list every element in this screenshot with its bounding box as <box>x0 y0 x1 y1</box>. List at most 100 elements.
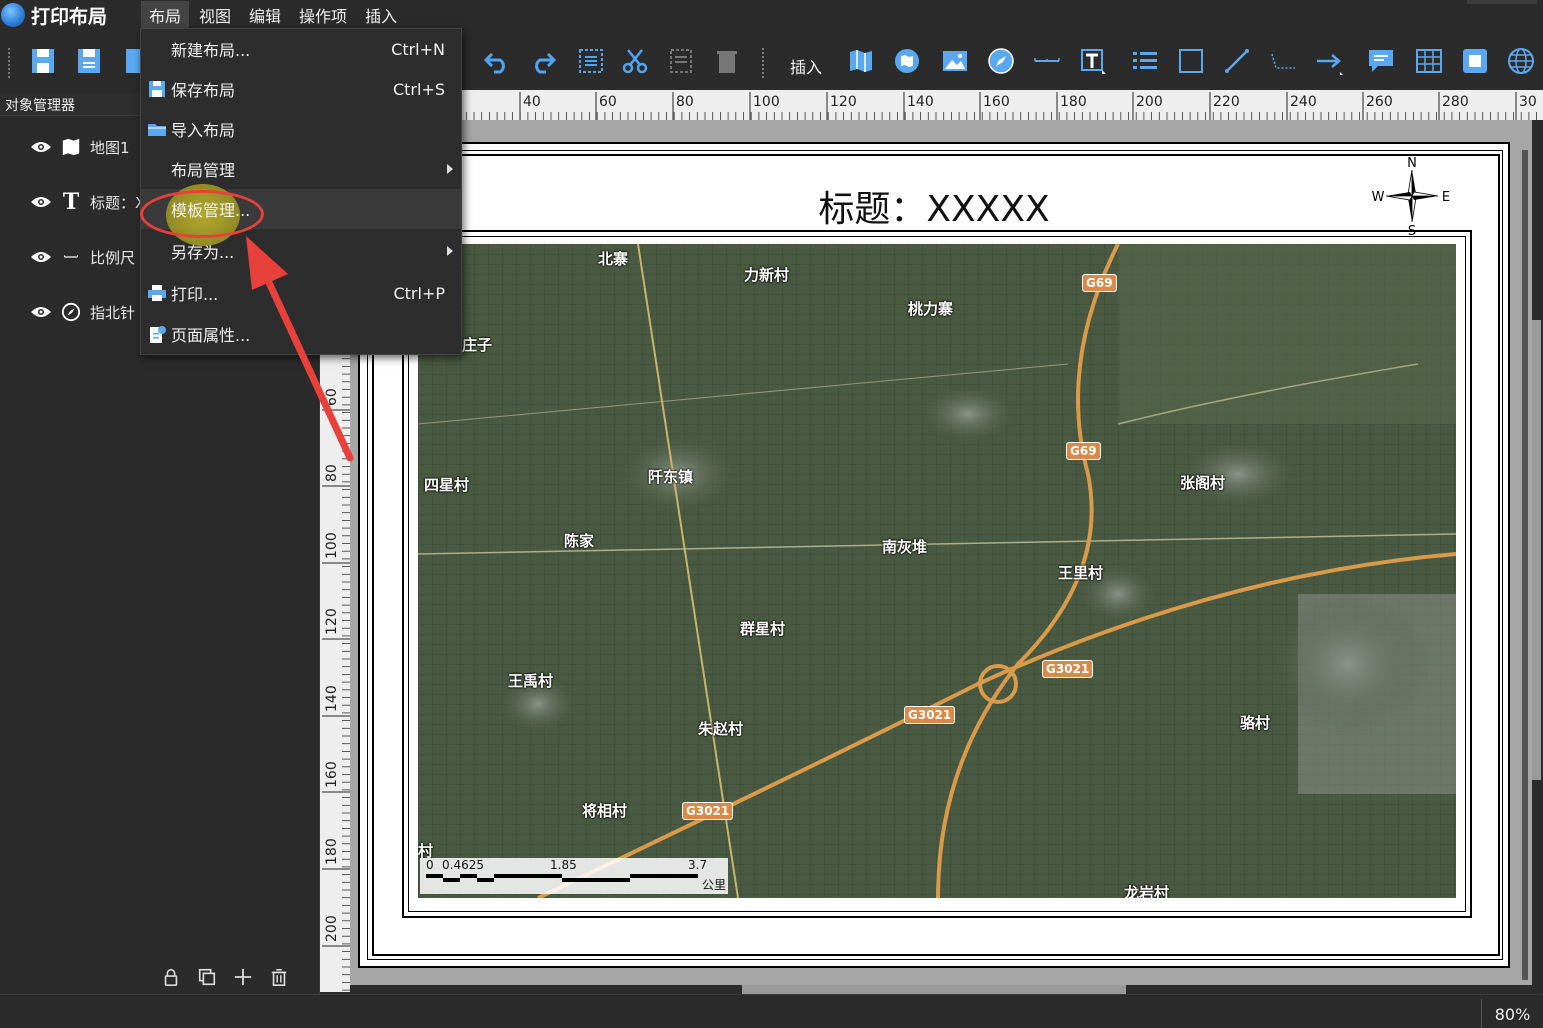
undo-icon[interactable] <box>480 44 514 78</box>
app-logo-icon <box>1 3 25 27</box>
folder-icon <box>148 124 166 136</box>
object-item-title[interactable]: T 标题：X <box>30 189 145 215</box>
ruler-left-label: 160 <box>324 761 340 788</box>
ruler-top-label: 280 <box>1442 94 1469 110</box>
cut-icon[interactable] <box>618 44 652 78</box>
insert-online-map-icon[interactable] <box>1504 44 1538 78</box>
menu-view[interactable]: 视图 <box>191 1 239 29</box>
layout-canvas[interactable]: 标题：XXXXX N S E W 北寨 力新村 桃力寨 庄子 四星村 阡东镇 陈… <box>350 120 1532 986</box>
insert-frame-icon[interactable] <box>1458 44 1492 78</box>
ruler-top-label: 220 <box>1213 94 1240 110</box>
map-icon <box>60 136 82 158</box>
menu-item-shortcut: Ctrl+S <box>392 79 445 99</box>
insert-rectangle-icon[interactable] <box>1174 44 1208 78</box>
visibility-eye-icon[interactable] <box>30 140 52 154</box>
satellite-map[interactable]: 北寨 力新村 桃力寨 庄子 四星村 阡东镇 陈家 南灰堆 王里村 张阁村 群星村 王禹村 朱赵村 骆村 将相… <box>418 244 1456 898</box>
road-shield-label: G69 <box>1082 274 1117 292</box>
insert-atlas-icon[interactable] <box>890 44 924 78</box>
toolbar-grip[interactable] <box>762 48 766 78</box>
insert-label: 插入 <box>790 58 823 77</box>
ruler-top-label: 140 <box>907 94 934 110</box>
redo-icon[interactable] <box>526 44 560 78</box>
save-as-icon[interactable] <box>72 44 106 78</box>
menu-item-new-layout[interactable]: 新建布局... Ctrl+N <box>141 29 461 69</box>
trash-icon[interactable] <box>268 966 290 988</box>
submenu-arrow-icon <box>447 246 453 256</box>
copy-icon[interactable] <box>664 44 698 78</box>
insert-compass-icon[interactable] <box>984 44 1018 78</box>
printer-icon <box>148 285 166 301</box>
object-item-compass[interactable]: 指北针 <box>30 299 135 325</box>
menu-bar: 打印布局 布局 视图 编辑 操作项 插入 <box>0 0 1543 30</box>
vertical-scroll-thumb[interactable] <box>1532 320 1541 780</box>
visibility-eye-icon[interactable] <box>30 195 52 209</box>
object-item-scalebar[interactable]: 比例尺 <box>30 244 135 270</box>
text-icon: T <box>62 189 80 215</box>
insert-image-icon[interactable] <box>938 44 972 78</box>
object-manager-footer <box>160 966 290 988</box>
scalebar[interactable]: 0 0.4625 1.85 3.7 公里 <box>420 858 728 894</box>
layout-page[interactable]: 标题：XXXXX N S E W 北寨 力新村 桃力寨 庄子 四星村 阡东镇 陈… <box>358 142 1510 968</box>
north-arrow[interactable]: N S E W <box>1372 156 1452 236</box>
object-item-map[interactable]: 地图1 <box>30 134 130 160</box>
menu-item-label: 打印... <box>171 285 219 304</box>
visibility-eye-icon[interactable] <box>30 305 52 319</box>
ruler-left-label: 100 <box>324 532 340 559</box>
lock-icon[interactable] <box>160 966 182 988</box>
insert-map-icon[interactable] <box>844 44 878 78</box>
visibility-eye-icon[interactable] <box>30 250 52 264</box>
place-label: 朱赵村 <box>698 720 744 738</box>
submenu-arrow-icon <box>447 164 453 174</box>
menu-item-save-layout[interactable]: 保存布局 Ctrl+S <box>141 69 461 109</box>
ruler-top-label: 160 <box>983 94 1010 110</box>
insert-polyline-icon[interactable] <box>1266 44 1300 78</box>
horizontal-scroll-thumb[interactable] <box>742 985 1126 994</box>
menu-item-import-layout[interactable]: 导入布局 <box>141 109 461 149</box>
ruler-top-label: 240 <box>1290 94 1317 110</box>
window-controls[interactable] <box>1467 0 1537 4</box>
menu-layout[interactable]: 布局 <box>141 1 190 29</box>
object-item-label: 地图1 <box>90 138 130 157</box>
ruler-top-ticks: 40 60 80 100 120 140 160 180 200 220 240 260 280 30 <box>320 92 1537 120</box>
ruler-top[interactable]: 40 60 80 100 120 140 160 180 200 220 240 260 280 30 <box>320 90 1543 120</box>
insert-arrow-icon[interactable] <box>1312 44 1346 78</box>
object-item-label: 比例尺 <box>90 248 136 267</box>
scalebar-bars <box>426 874 698 882</box>
add-icon[interactable] <box>232 966 254 988</box>
menu-insert[interactable]: 插入 <box>357 1 405 29</box>
layout-title[interactable]: 标题：XXXXX <box>360 180 1508 232</box>
insert-legend-icon[interactable] <box>1128 44 1162 78</box>
ruler-top-label: 100 <box>753 94 780 110</box>
horizontal-scrollbar[interactable] <box>350 985 1532 994</box>
delete-icon[interactable] <box>710 44 744 78</box>
insert-text-icon[interactable] <box>1076 44 1110 78</box>
menu-item-label: 导入布局 <box>171 121 236 140</box>
zoom-level[interactable]: 80% <box>1481 999 1543 1028</box>
insert-scalebar-icon[interactable] <box>1030 44 1064 78</box>
ruler-left-label: 140 <box>324 685 340 712</box>
ruler-top-label: 80 <box>676 94 694 110</box>
place-label: 骆村 <box>1240 714 1271 732</box>
place-label: 陈家 <box>564 532 595 550</box>
ruler-top-label: 60 <box>599 94 617 110</box>
insert-table-icon[interactable] <box>1412 44 1446 78</box>
ruler-top-label: 40 <box>523 94 541 110</box>
duplicate-icon[interactable] <box>196 966 218 988</box>
menu-operations[interactable]: 操作项 <box>291 1 355 29</box>
menu-item-shortcut: Ctrl+P <box>393 283 445 303</box>
save-icon[interactable] <box>26 44 60 78</box>
ruler-top-label: 120 <box>830 94 857 110</box>
road-shield-label: G3021 <box>682 802 734 820</box>
insert-line-icon[interactable] <box>1220 44 1254 78</box>
insert-annotation-icon[interactable] <box>1364 44 1398 78</box>
menu-item-layout-manage[interactable]: 布局管理 <box>141 149 461 189</box>
vertical-scrollbar[interactable] <box>1532 120 1543 992</box>
scalebar-label-1: 0.4625 <box>442 858 484 872</box>
ruler-left-label: 180 <box>324 838 340 865</box>
place-label: 王里村 <box>1058 564 1104 582</box>
menu-edit[interactable]: 编辑 <box>241 1 289 29</box>
toolbar-grip[interactable] <box>8 48 12 78</box>
select-all-icon[interactable] <box>574 44 608 78</box>
page-shadow <box>1522 150 1528 980</box>
place-label: 龙岩村 <box>1124 884 1170 898</box>
